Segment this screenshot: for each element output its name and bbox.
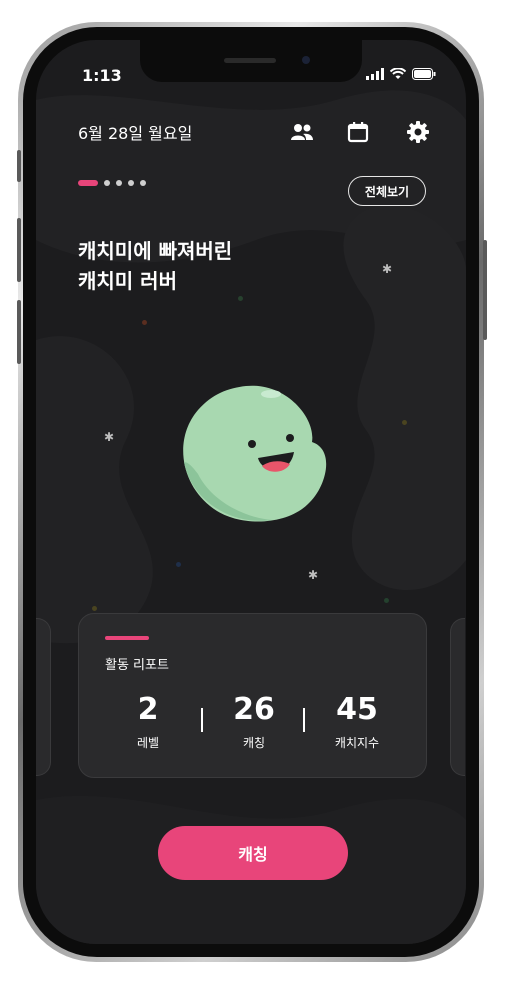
view-all-button[interactable]: 전체보기 bbox=[348, 176, 426, 206]
page-indicator bbox=[78, 180, 146, 186]
stat-label: 캐치지수 bbox=[334, 736, 380, 750]
power-button bbox=[483, 240, 487, 340]
headline-line-1: 캐치미에 빠져버린 bbox=[78, 239, 233, 263]
settings-icon[interactable] bbox=[406, 120, 430, 144]
catchme-character[interactable] bbox=[176, 378, 336, 528]
next-card-peek[interactable] bbox=[450, 618, 465, 776]
headline-line-2: 캐치미 러버 bbox=[78, 269, 177, 293]
headline: 캐치미에 빠져버린 캐치미 러버 bbox=[78, 236, 232, 296]
speck bbox=[384, 598, 389, 603]
calendar-icon[interactable] bbox=[346, 120, 370, 144]
stat-label: 캐칭 bbox=[242, 736, 266, 750]
sparkle-icon: ✱ bbox=[104, 430, 115, 444]
speck bbox=[238, 296, 243, 301]
stat-level: 2 레벨 bbox=[93, 692, 203, 751]
volume-down-button bbox=[17, 300, 21, 364]
wifi-icon bbox=[390, 68, 406, 79]
activity-report-card: 활동 리포트 2 레벨 26 캐칭 45 캐치지수 bbox=[78, 613, 427, 778]
catch-button[interactable]: 캐칭 bbox=[158, 826, 348, 880]
speck bbox=[176, 562, 181, 567]
status-time: 1:13 bbox=[82, 66, 122, 85]
notch bbox=[140, 40, 362, 82]
prev-card-peek[interactable] bbox=[36, 618, 51, 776]
mute-switch bbox=[17, 150, 21, 182]
front-camera bbox=[302, 56, 310, 64]
stat-value: 2 bbox=[137, 692, 159, 727]
friends-icon[interactable] bbox=[290, 120, 314, 144]
speck bbox=[92, 606, 97, 611]
sparkle-icon: ✱ bbox=[382, 262, 393, 276]
status-icons bbox=[366, 68, 436, 80]
stat-label: 레벨 bbox=[136, 736, 160, 750]
stat-catching: 26 캐칭 bbox=[199, 692, 309, 751]
speaker bbox=[224, 58, 276, 63]
volume-up-button bbox=[17, 218, 21, 282]
speck bbox=[142, 320, 147, 325]
page-dot bbox=[128, 180, 134, 186]
stat-catch-index: 45 캐치지수 bbox=[302, 692, 412, 751]
card-accent-bar bbox=[105, 636, 149, 640]
battery-icon bbox=[412, 68, 436, 80]
date-label: 6월 28일 월요일 bbox=[78, 124, 193, 143]
page-dot bbox=[116, 180, 122, 186]
app-screen: 1:13 6월 28일 월요일 전체보기 캐치미에 빠져버린 캐치미 러버 ✱ … bbox=[36, 40, 466, 944]
page-dot-active bbox=[78, 180, 98, 186]
stat-value: 26 bbox=[233, 692, 275, 727]
card-title: 활동 리포트 bbox=[105, 658, 169, 673]
stat-value: 45 bbox=[336, 692, 378, 727]
page-dot bbox=[104, 180, 110, 186]
speck bbox=[402, 420, 407, 425]
signal-icon bbox=[366, 68, 384, 80]
sparkle-icon: ✱ bbox=[308, 568, 319, 582]
page-dot bbox=[140, 180, 146, 186]
